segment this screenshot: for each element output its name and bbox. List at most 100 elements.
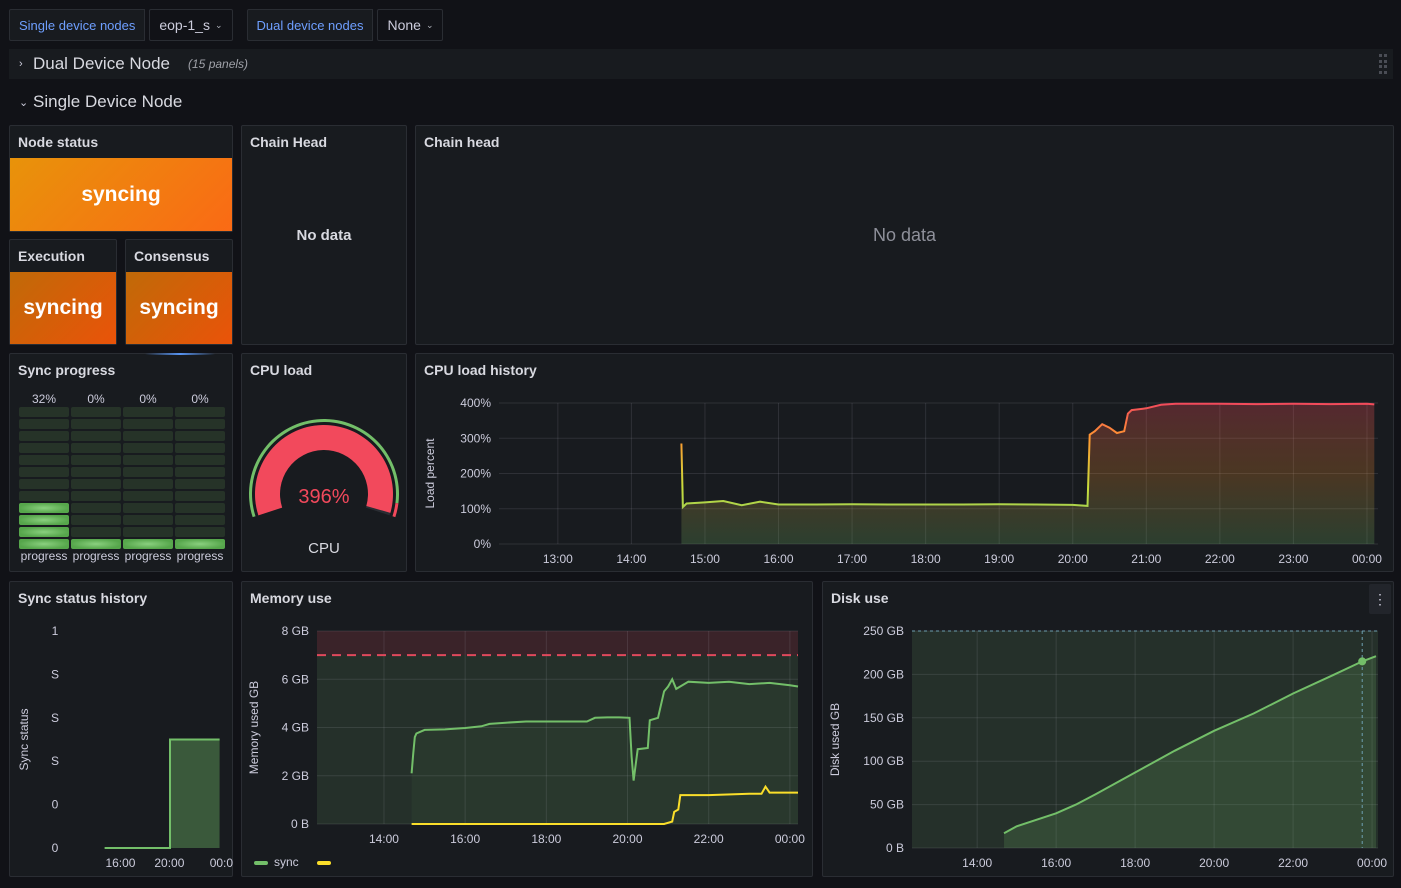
- no-data-message: No data: [296, 226, 352, 244]
- chevron-down-icon: ⌄: [425, 19, 434, 30]
- x-tick-label: 18:00: [911, 552, 941, 566]
- x-tick-label: 17:00: [837, 552, 867, 566]
- bar-segment: [19, 419, 69, 429]
- panel-memory-use[interactable]: Memory use 0 B2 GB 4 GB 6 GB 8 GB 14:00 16:00…: [241, 581, 813, 877]
- row-dual-device-node[interactable]: › Dual Device Node (15 panels): [9, 49, 1393, 79]
- legend-item-mem[interactable]: sync: [254, 855, 305, 869]
- x-tick-label: 23:00: [1278, 552, 1308, 566]
- bar-segment: [175, 539, 225, 549]
- panel-node-status[interactable]: Node status syncing: [9, 125, 233, 232]
- bar-segment: [19, 467, 69, 477]
- bar-segment: [123, 431, 173, 441]
- bar-category-label: progress: [73, 549, 120, 563]
- x-tick-label: 14:00: [962, 856, 992, 870]
- bar-segment: [19, 503, 69, 513]
- y-tick-label: 6 GB: [282, 672, 309, 686]
- panel-cpu-load[interactable]: CPU load 396% CPU: [241, 353, 407, 572]
- bar-value-label: 32%: [32, 392, 56, 406]
- y-tick-label: 100 GB: [863, 754, 904, 768]
- panel-cpu-load-history[interactable]: CPU load history 0% 100% 200% 300% 400% 13:00…: [415, 353, 1394, 572]
- bar-value-label: 0%: [87, 392, 105, 406]
- bar-category-label: progress: [177, 549, 224, 563]
- panel-sync-status-history[interactable]: Sync status history 0 0 S S S 1 16:00 20:00 00:0…: [9, 581, 233, 877]
- sync-status-chart: 0 0 S S S 1 16:00 20:00 00:0 Sync status: [17, 624, 233, 870]
- bar-segment: [175, 503, 225, 513]
- bar-segment: [175, 443, 225, 453]
- y-tick-label: 0%: [474, 537, 492, 551]
- x-tick-label: 16:00: [105, 856, 135, 870]
- hover-point: [1358, 657, 1367, 666]
- bar-segment: [71, 515, 121, 525]
- bar-segment: [19, 491, 69, 501]
- x-tick-label: 20:00: [1058, 552, 1088, 566]
- y-tick-label: 50 GB: [870, 798, 904, 812]
- bar-segment: [123, 419, 173, 429]
- y-axis-label: Load percent: [423, 438, 437, 509]
- bar-segment: [175, 407, 225, 417]
- panel-execution[interactable]: Execution syncing: [9, 239, 117, 345]
- bar-segment: [123, 491, 173, 501]
- bar-segment: [123, 515, 173, 525]
- y-tick-label: 4 GB: [282, 721, 309, 735]
- bar-segment: [175, 467, 225, 477]
- panel-consensus[interactable]: Consensus syncing: [125, 239, 233, 345]
- stat-value: syncing: [81, 182, 161, 206]
- variable-bar: Single device nodes eop-1_s ⌄ Dual devic…: [9, 9, 444, 41]
- bar-segment: [19, 443, 69, 453]
- panel-disk-use[interactable]: Disk use ⋮ 0 B 50 GB 100 GB 150 GB 200 GB 250…: [822, 581, 1394, 877]
- bar-segment: [175, 515, 225, 525]
- bar-segment: [71, 455, 121, 465]
- x-tick-label: 18:00: [1120, 856, 1150, 870]
- gauge-label: CPU: [308, 540, 340, 557]
- variable-select-single[interactable]: eop-1_s ⌄: [149, 9, 233, 41]
- variable-select-dual[interactable]: None ⌄: [377, 9, 444, 41]
- y-tick-label: 100%: [460, 502, 491, 516]
- bar-segment: [123, 443, 173, 453]
- panel-chain-head-graph[interactable]: Chain head No data: [415, 125, 1394, 345]
- stat-value-box: syncing: [126, 272, 232, 344]
- bar-value-label: 0%: [139, 392, 157, 406]
- threshold-region: [317, 631, 798, 656]
- x-tick-label: 16:00: [450, 832, 480, 846]
- chevron-right-icon: ›: [19, 58, 23, 70]
- bar-segment: [71, 419, 121, 429]
- y-tick-label: S: [51, 711, 59, 725]
- x-tick-label: 18:00: [531, 832, 561, 846]
- bar-segment: [19, 515, 69, 525]
- x-tick-label: 14:00: [369, 832, 399, 846]
- bar-segment: [71, 527, 121, 537]
- bar-segment: [19, 539, 69, 549]
- memory-legend: sync: [254, 855, 344, 869]
- bar-segment: [19, 431, 69, 441]
- x-tick-label: 19:00: [984, 552, 1014, 566]
- variable-value-dual: None: [387, 17, 421, 33]
- row-title: Single Device Node: [33, 92, 183, 111]
- legend-item-swap[interactable]: [317, 855, 344, 869]
- panel-title: Consensus: [134, 248, 210, 264]
- row-single-device-node[interactable]: ⌄ Single Device Node: [9, 87, 1393, 117]
- bar-segment: [123, 455, 173, 465]
- bar-segment: [19, 407, 69, 417]
- x-tick-label: 16:00: [763, 552, 793, 566]
- y-tick-label: 0: [52, 841, 59, 855]
- panel-sync-progress[interactable]: Sync progress 32% progress 0% progress 0% pro…: [9, 353, 233, 572]
- row-panel-count: (15 panels): [188, 57, 249, 71]
- bar-segment: [123, 503, 173, 513]
- bar-segment: [71, 479, 121, 489]
- bar-segment: [123, 479, 173, 489]
- bar-segment: [71, 407, 121, 417]
- y-tick-label: S: [51, 754, 59, 768]
- y-tick-label: 400%: [460, 396, 491, 410]
- y-axis-label: Disk used GB: [828, 703, 842, 776]
- drag-handle-icon[interactable]: [1379, 54, 1389, 74]
- bar-segment: [123, 407, 173, 417]
- stat-value: syncing: [139, 296, 219, 319]
- row-title: Dual Device Node: [33, 54, 171, 73]
- legend-name: sync: [274, 855, 299, 869]
- panel-chain-head-stat[interactable]: Chain Head No data: [241, 125, 407, 345]
- panel-title: Execution: [18, 248, 85, 264]
- gauge-value: 396%: [298, 486, 349, 508]
- bar-category-label: progress: [21, 549, 68, 563]
- y-tick-label: S: [51, 667, 59, 681]
- x-tick-label: 14:00: [616, 552, 646, 566]
